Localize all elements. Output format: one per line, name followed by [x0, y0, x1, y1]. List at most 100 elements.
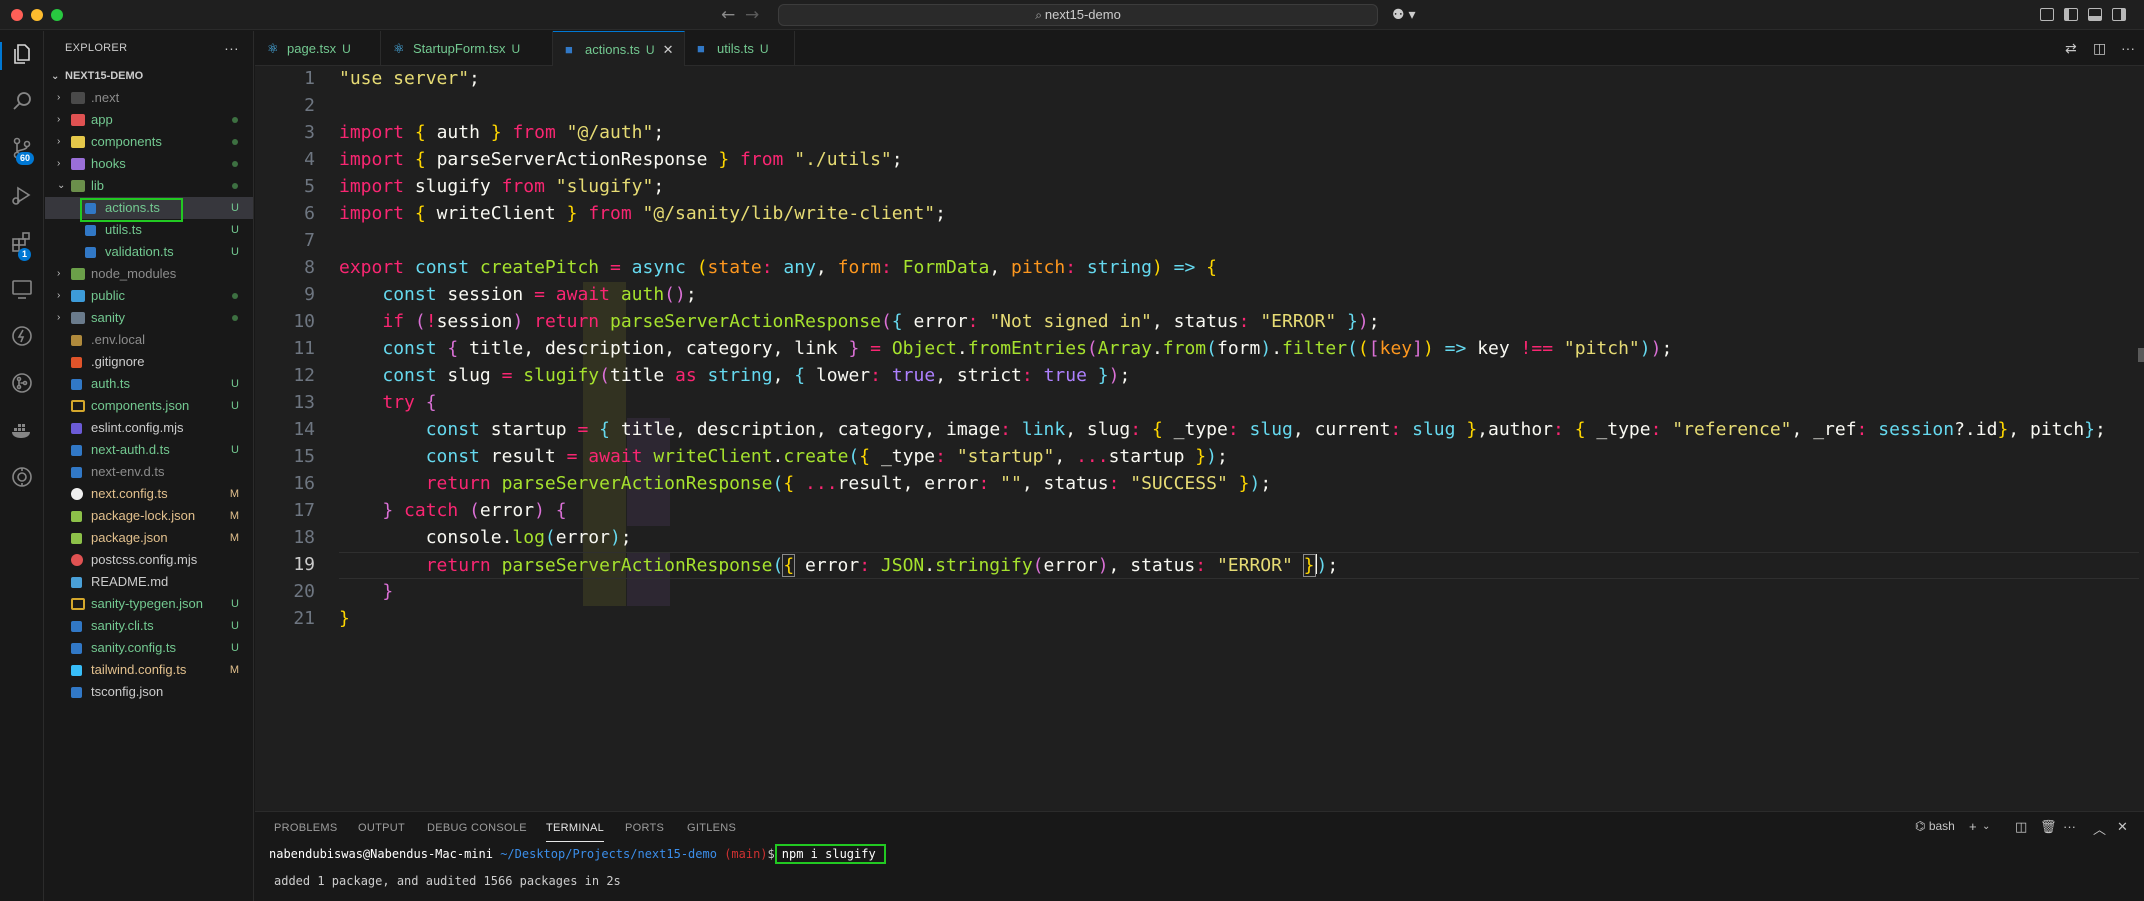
- tab-utils-ts[interactable]: ■ utils.ts U: [685, 31, 795, 66]
- chevron-down-icon[interactable]: ⌄: [1982, 821, 1990, 832]
- more-actions-icon[interactable]: ···: [224, 31, 239, 65]
- workspace-folder[interactable]: ⌄ NEXT15-DEMO: [45, 65, 253, 87]
- file-item[interactable]: sanity-typegen.json U: [45, 593, 253, 615]
- explorer-icon[interactable]: [0, 42, 36, 70]
- close-icon[interactable]: ✕: [663, 42, 674, 57]
- line-number: 17: [293, 500, 315, 521]
- maximize-panel-icon[interactable]: ︿: [2093, 819, 2106, 838]
- file-item[interactable]: utils.ts U: [45, 219, 253, 241]
- more-actions-icon[interactable]: ···: [2121, 40, 2135, 56]
- compare-changes-icon[interactable]: ⇄: [2065, 40, 2077, 57]
- tab-label: page.tsx: [287, 41, 337, 56]
- tab-actions-ts[interactable]: ■ actions.ts U ✕: [553, 31, 685, 67]
- file-item[interactable]: README.md: [45, 571, 253, 593]
- scrollbar-thumb[interactable]: [2138, 348, 2144, 362]
- file-item[interactable]: validation.ts U: [45, 241, 253, 263]
- folder-item[interactable]: › .next: [45, 87, 253, 109]
- file-item[interactable]: package-lock.json M: [45, 505, 253, 527]
- panel-tab-terminal[interactable]: TERMINAL: [546, 822, 605, 842]
- file-item[interactable]: next.config.ts M: [45, 483, 253, 505]
- panel-tab-output[interactable]: OUTPUT: [358, 822, 405, 834]
- lightning-icon[interactable]: [8, 324, 36, 352]
- tab-page-tsx[interactable]: ⚛ page.tsx U: [255, 31, 381, 66]
- terminal-command[interactable]: npm i slugify: [774, 844, 886, 864]
- run-debug-icon[interactable]: [8, 183, 36, 211]
- file-item[interactable]: postcss.config.mjs: [45, 549, 253, 571]
- panel-tab-debug-console[interactable]: DEBUG CONSOLE: [427, 822, 527, 834]
- git-status-badge: U: [231, 444, 239, 456]
- split-terminal-icon[interactable]: ◫: [2015, 819, 2027, 835]
- tree-item-label: components: [91, 134, 162, 149]
- folder-item[interactable]: › node_modules: [45, 263, 253, 285]
- tree-item-label: package.json: [91, 530, 168, 545]
- code-line-18: console.log(error);: [425, 527, 632, 548]
- tab-label: utils.ts: [717, 41, 754, 56]
- file-item[interactable]: components.json U: [45, 395, 253, 417]
- toggle-secondary-sidebar-icon[interactable]: [2112, 8, 2126, 21]
- more-actions-icon[interactable]: ···: [2063, 819, 2076, 834]
- tab-status: U: [645, 43, 655, 57]
- copilot-icon[interactable]: ⚉ ▾: [1392, 6, 1415, 23]
- git-status-dot: [232, 293, 238, 299]
- chevron-right-icon: ›: [57, 312, 61, 323]
- file-item[interactable]: next-auth.d.ts U: [45, 439, 253, 461]
- maximize-window-button[interactable]: [51, 9, 63, 21]
- folder-item[interactable]: › public: [45, 285, 253, 307]
- panel-tab-gitlens[interactable]: GITLENS: [687, 822, 736, 834]
- explorer-sidebar: EXPLORER ··· ⌄ NEXT15-DEMO › .next › app › com…: [45, 31, 254, 901]
- back-arrow-icon[interactable]: ←: [721, 5, 735, 25]
- tree-item-label: eslint.config.mjs: [91, 420, 184, 435]
- toggle-panel-icon[interactable]: [2088, 8, 2102, 21]
- panel-tab-ports[interactable]: PORTS: [625, 822, 664, 834]
- trash-icon[interactable]: 🗑︎: [2040, 819, 2057, 835]
- file-item[interactable]: .env.local: [45, 329, 253, 351]
- chevron-right-icon: ›: [57, 136, 61, 147]
- folder-item[interactable]: › components: [45, 131, 253, 153]
- folder-item[interactable]: ⌄ lib: [45, 175, 253, 197]
- file-item[interactable]: .gitignore: [45, 351, 253, 373]
- command-center[interactable]: ⌕ next15-demo: [778, 4, 1378, 26]
- file-item[interactable]: eslint.config.mjs: [45, 417, 253, 439]
- file-item[interactable]: tsconfig.json: [45, 681, 253, 703]
- git-status-badge: U: [231, 598, 239, 610]
- file-item[interactable]: sanity.cli.ts U: [45, 615, 253, 637]
- remote-explorer-icon[interactable]: [8, 277, 36, 305]
- forward-arrow-icon[interactable]: →: [745, 5, 759, 25]
- code-line-1: "use server";: [339, 68, 480, 89]
- folder-item[interactable]: › hooks: [45, 153, 253, 175]
- folder-item[interactable]: › sanity: [45, 307, 253, 329]
- file-item[interactable]: package.json M: [45, 527, 253, 549]
- new-terminal-icon[interactable]: +: [1969, 819, 1977, 834]
- tree-item-label: sanity: [91, 310, 125, 325]
- docker-icon[interactable]: [8, 418, 36, 446]
- search-icon: ⌕: [1035, 8, 1042, 22]
- timeline-icon[interactable]: [8, 465, 36, 493]
- customize-layout-icon[interactable]: [2040, 8, 2054, 21]
- explorer-title: EXPLORER: [65, 42, 128, 54]
- file-item[interactable]: auth.ts U: [45, 373, 253, 395]
- toggle-sidebar-icon[interactable]: [2064, 8, 2078, 21]
- file-item[interactable]: sanity.config.ts U: [45, 637, 253, 659]
- tree-item-label: sanity.config.ts: [91, 640, 177, 655]
- close-window-button[interactable]: [11, 9, 23, 21]
- tree-item-label: public: [91, 288, 125, 303]
- terminal-shell-selector[interactable]: ⌬ bash: [1915, 819, 1955, 833]
- tab-startupform-tsx[interactable]: ⚛ StartupForm.tsx U: [381, 31, 553, 66]
- git-status-dot: [232, 161, 238, 167]
- folder-icon: [71, 114, 85, 126]
- search-icon[interactable]: [8, 89, 36, 117]
- close-panel-icon[interactable]: ✕: [2117, 819, 2128, 835]
- file-item[interactable]: tailwind.config.ts M: [45, 659, 253, 681]
- chevron-down-icon: ⌄: [51, 71, 60, 82]
- git-status-badge: U: [231, 620, 239, 632]
- file-item[interactable]: next-env.d.ts: [45, 461, 253, 483]
- panel-tab-problems[interactable]: PROBLEMS: [274, 822, 338, 834]
- code-editor[interactable]: 1 2 3 4 5 6 7 8 9 10 11 12 13 14 15 16 17 18 19 20 21 "use s…: [255, 66, 2144, 811]
- tree-item-label: sanity.cli.ts: [91, 618, 154, 633]
- split-editor-icon[interactable]: ◫: [2093, 40, 2106, 57]
- folder-item[interactable]: › app: [45, 109, 253, 131]
- tree-item-label: README.md: [91, 574, 169, 589]
- gitlens-icon[interactable]: [8, 371, 36, 399]
- tree-item-label: app: [91, 112, 113, 127]
- minimize-window-button[interactable]: [31, 9, 43, 21]
